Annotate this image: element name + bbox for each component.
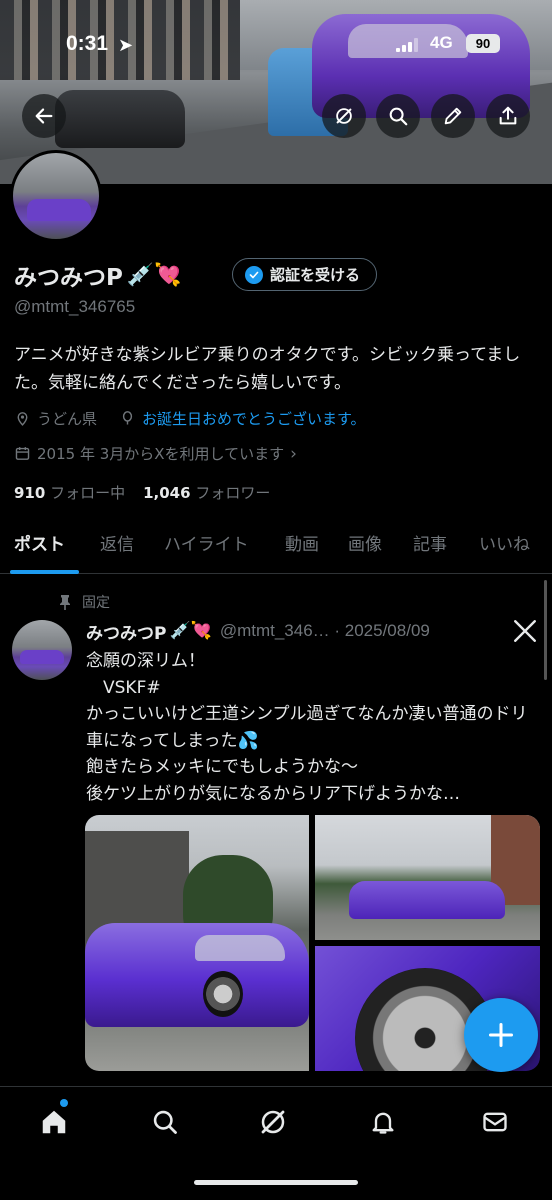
following-link[interactable]: 910 フォロー中 <box>14 482 125 503</box>
compose-button[interactable] <box>464 998 538 1072</box>
home-indicator[interactable] <box>194 1180 358 1185</box>
post-author-name[interactable]: みつみつP <box>86 619 166 644</box>
profile-joined: 2015 年 3月からXを利用しています <box>37 445 285 463</box>
location-pin-icon <box>17 412 28 426</box>
home-notification-dot <box>60 1099 68 1107</box>
pinned-label: 固定 <box>82 595 110 611</box>
tab-posts[interactable]: ポスト <box>14 522 65 574</box>
birthday-link[interactable]: お誕生日おめでとうございます。 <box>142 408 366 429</box>
followers-count: 1,046 <box>143 484 191 502</box>
profile-meta-row: うどん県 お誕生日おめでとうございます。 <box>14 408 366 429</box>
tab-replies[interactable]: 返信 <box>100 522 134 574</box>
profile-bio: アニメが好きな紫シルビア乗りのオタクです。シビック乗ってました。気軽に絡んでくだ… <box>14 345 521 393</box>
post-author-emoji: 💉💘 <box>169 621 212 641</box>
edit-icon <box>444 107 462 125</box>
plus-icon <box>488 1022 514 1048</box>
status-time: 0:31 <box>66 32 109 55</box>
search-icon <box>153 1110 177 1134</box>
tab-likes[interactable]: いいね <box>479 522 530 574</box>
profile-avatar[interactable] <box>10 150 102 242</box>
tab-highlights[interactable]: ハイライト <box>164 522 249 574</box>
status-bar: 0:31 ➤ 4G 90 <box>0 32 552 60</box>
nav-grok[interactable] <box>256 1105 290 1139</box>
following-label: フォロー中 <box>50 484 126 502</box>
profile-joined-row[interactable]: 2015 年 3月からXを利用しています › <box>14 443 297 464</box>
nav-notifications[interactable] <box>366 1105 400 1139</box>
followers-link[interactable]: 1,046 フォロワー <box>143 482 270 503</box>
grok-icon <box>261 1110 285 1134</box>
following-count: 910 <box>14 484 46 502</box>
active-tab-indicator <box>10 570 79 574</box>
profile-name: みつみつP <box>14 265 123 291</box>
verified-badge-icon <box>245 265 263 284</box>
location-arrow-icon: ➤ <box>118 35 134 56</box>
edit-button[interactable] <box>431 94 475 138</box>
post-avatar[interactable] <box>12 620 72 680</box>
network-type: 4G <box>430 33 453 52</box>
x-logo-icon[interactable] <box>512 618 538 644</box>
messages-icon <box>483 1112 507 1132</box>
share-button[interactable] <box>486 94 530 138</box>
banner-car-dark <box>55 90 185 148</box>
profile-name-row: みつみつP 💉💘 <box>14 258 182 292</box>
post-image-1[interactable] <box>85 815 309 1071</box>
nav-home[interactable] <box>37 1105 71 1139</box>
profile-tabs: ポスト 返信 ハイライト 動画 画像 記事 いいね <box>0 522 552 574</box>
get-verified-button[interactable]: 認証を受ける <box>232 258 378 291</box>
post-header: みつみつP 💉💘 @mtmt_346… · 2025/08/09 <box>86 618 430 644</box>
follow-stats: 910 フォロー中 1,046 フォロワー <box>14 482 270 503</box>
profile-banner[interactable] <box>0 0 552 184</box>
grok-button[interactable] <box>322 94 366 138</box>
pin-icon <box>60 595 70 610</box>
post-meta: @mtmt_346… · 2025/08/09 <box>219 621 430 640</box>
pinned-indicator: 固定 <box>58 592 110 612</box>
notifications-icon <box>372 1112 394 1134</box>
chevron-right-icon: › <box>290 443 297 464</box>
back-button[interactable] <box>22 94 66 138</box>
signal-icon <box>396 38 418 52</box>
calendar-icon <box>15 447 30 460</box>
battery-icon: 90 <box>466 34 500 53</box>
post-image-2[interactable] <box>315 815 540 940</box>
search-button[interactable] <box>376 94 420 138</box>
tab-articles[interactable]: 記事 <box>413 522 447 574</box>
search-icon <box>389 107 408 126</box>
profile-location: うどん県 <box>37 410 98 428</box>
followers-label: フォロワー <box>195 484 271 502</box>
scrollbar[interactable] <box>544 580 547 680</box>
get-verified-label: 認証を受ける <box>270 266 361 284</box>
profile-handle: @mtmt_346765 <box>14 297 136 316</box>
nav-search[interactable] <box>148 1105 182 1139</box>
nav-messages[interactable] <box>478 1105 512 1139</box>
grok-icon <box>336 108 352 124</box>
post-text: 念願の深リム！ VSKF# かっこいいけど王道シンプル過ぎてなんか凄い普通のドリ… <box>86 651 528 804</box>
home-icon <box>42 1110 66 1134</box>
arrow-left-icon <box>35 108 53 124</box>
balloon-icon <box>122 411 133 425</box>
profile-name-emoji: 💉💘 <box>126 262 182 288</box>
tab-photos[interactable]: 画像 <box>348 522 382 574</box>
share-icon <box>499 106 517 125</box>
tab-videos[interactable]: 動画 <box>285 522 319 574</box>
